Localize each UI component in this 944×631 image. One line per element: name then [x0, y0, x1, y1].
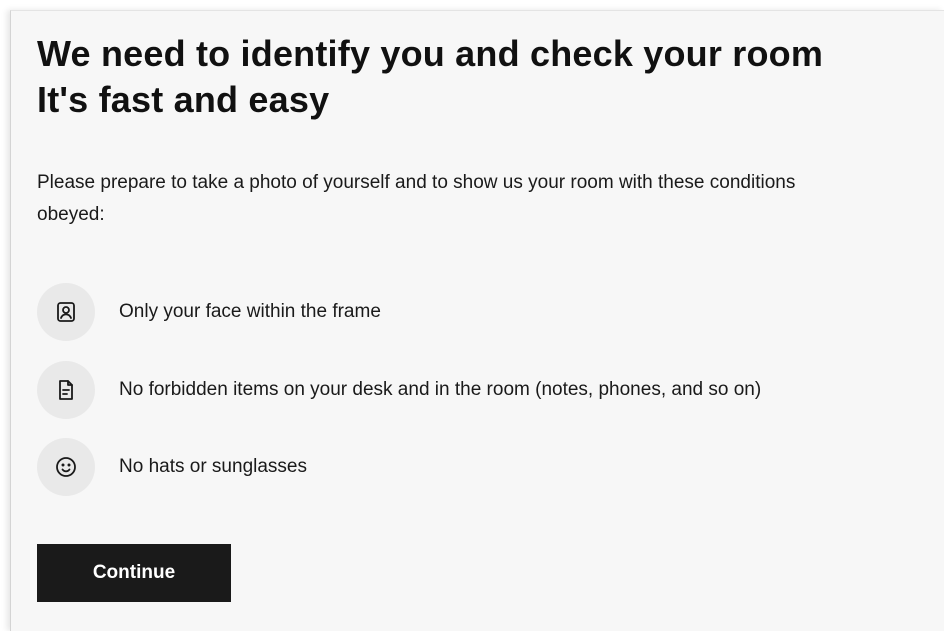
condition-item-hats: No hats or sunglasses	[37, 438, 937, 496]
continue-button[interactable]: Continue	[37, 544, 231, 602]
page-subtitle: It's fast and easy	[37, 79, 330, 120]
portrait-frame-icon	[37, 283, 95, 341]
document-icon	[37, 361, 95, 419]
condition-text: Only your face within the frame	[119, 301, 381, 322]
intro-text: Please prepare to take a photo of yourse…	[37, 172, 796, 225]
condition-item-face: Only your face within the frame	[37, 283, 937, 341]
page-title: We need to identify you and check your r…	[37, 33, 824, 74]
condition-item-forbidden-items: No forbidden items on your desk and in t…	[37, 361, 937, 419]
condition-text: No forbidden items on your desk and in t…	[119, 379, 762, 400]
verification-panel: We need to identify you and check your r…	[10, 10, 944, 631]
smiley-face-icon	[37, 438, 95, 496]
condition-text: No hats or sunglasses	[119, 456, 307, 477]
